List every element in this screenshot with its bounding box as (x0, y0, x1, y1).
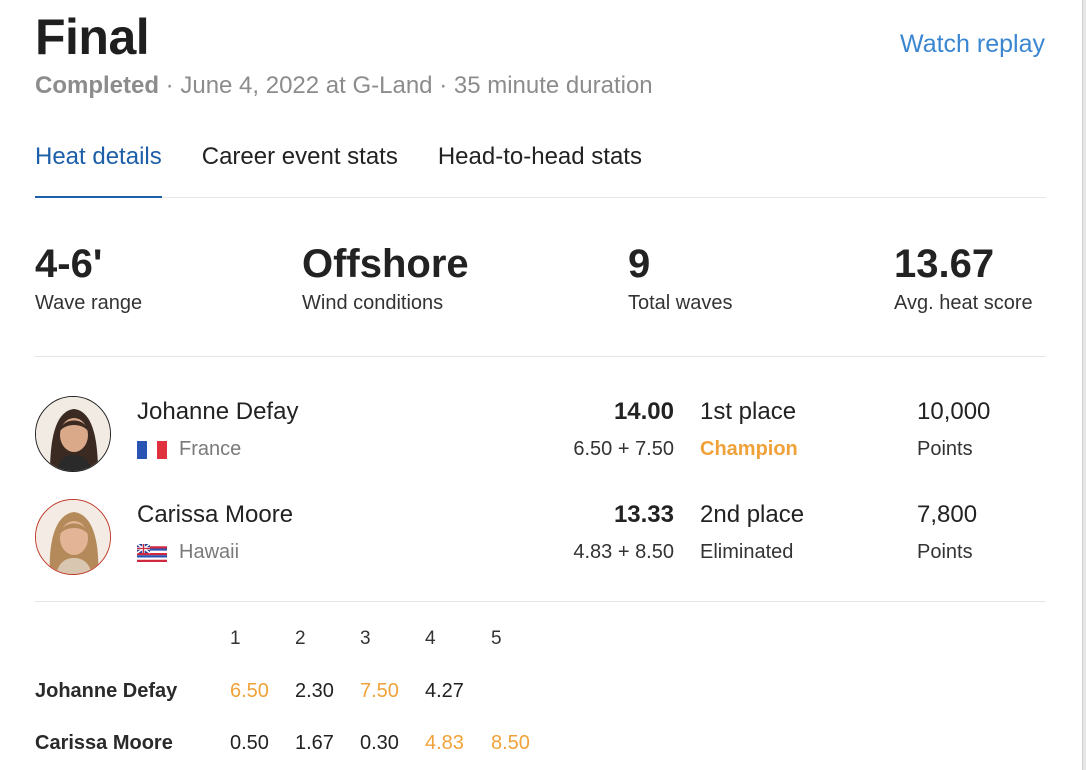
heat-meta: Completed · June 4, 2022 at G-Land · 35 … (35, 72, 653, 100)
stat-label: Wind conditions (302, 292, 444, 314)
stat-value: 13.67 (894, 242, 995, 286)
wave-score: 2.30 (295, 680, 334, 702)
stat-total-waves: 9 Total waves (628, 240, 733, 315)
wave-score: 0.50 (230, 732, 269, 754)
heat-details-text: · June 4, 2022 at G-Land · 35 minute dur… (159, 72, 653, 99)
wave-header: 1 (230, 628, 241, 649)
wave-row-name: Johanne Defay (35, 680, 178, 702)
tab-bar: Heat details Career event stats Head-to-… (35, 140, 1046, 198)
surfer-name: Carissa Moore (137, 501, 294, 528)
surfer-row[interactable]: Carissa Moore Hawaii 13.33 4.83 + 8.50 2… (35, 499, 1046, 579)
points-label: Points (917, 541, 973, 563)
heat-status: Completed (35, 72, 160, 99)
surfer-country: France (137, 438, 241, 461)
hawaii-flag-icon (136, 542, 167, 562)
avatar (35, 499, 111, 575)
place: 2nd place (700, 501, 805, 528)
stat-wave-range: 4-6' Wave range (35, 240, 142, 315)
wave-score: 8.50 (491, 732, 530, 754)
heat-stats: 4-6' Wave range Offshore Wind conditions… (35, 240, 1046, 357)
watch-replay-link[interactable]: Watch replay (900, 30, 1045, 59)
points-value: 7,800 (917, 501, 978, 528)
place: 1st place (700, 398, 797, 425)
stat-wind-conditions: Offshore Wind conditions (302, 240, 469, 315)
score-breakdown: 6.50 + 7.50 (573, 438, 674, 460)
score-breakdown: 4.83 + 8.50 (573, 541, 674, 563)
wave-header: 5 (491, 628, 502, 649)
tab-career-event-stats[interactable]: Career event stats (202, 140, 398, 198)
stat-value: 4-6' (35, 242, 103, 286)
wave-score: 4.83 (425, 732, 464, 754)
stat-avg-heat-score: 13.67 Avg. heat score (894, 240, 1033, 315)
wave-score: 1.67 (295, 732, 334, 754)
wave-header: 4 (425, 628, 436, 649)
stat-value: Offshore (302, 242, 469, 286)
points-value: 10,000 (917, 398, 991, 425)
tab-heat-details[interactable]: Heat details (35, 140, 162, 198)
heat-total-score: 14.00 (613, 398, 674, 425)
tab-head-to-head-stats[interactable]: Head-to-head stats (438, 140, 642, 198)
wave-header: 3 (360, 628, 371, 649)
country-name: Hawaii (179, 541, 240, 563)
wave-score: 7.50 (360, 680, 399, 702)
stat-label: Avg. heat score (894, 292, 1033, 314)
wave-score: 6.50 (230, 680, 269, 702)
stat-value: 9 (628, 242, 651, 286)
surfer-results: Johanne Defay France 14.00 6.50 + 7.50 1… (35, 358, 1046, 602)
avatar (35, 396, 111, 472)
france-flag-icon (137, 440, 167, 459)
wave-header: 2 (295, 628, 306, 649)
heat-total-score: 13.33 (613, 501, 674, 528)
window-edge (1082, 0, 1086, 770)
wave-score: 4.27 (425, 680, 464, 702)
points-label: Points (917, 438, 973, 460)
country-name: France (179, 438, 242, 460)
surfer-country: Hawaii (136, 541, 240, 564)
wave-score: 0.30 (360, 732, 399, 754)
result-badge: Champion (700, 438, 798, 460)
stat-label: Wave range (35, 292, 143, 314)
surfer-row[interactable]: Johanne Defay France 14.00 6.50 + 7.50 1… (35, 396, 1046, 476)
page-title: Final (35, 9, 150, 65)
stat-label: Total waves (628, 292, 733, 314)
wave-row-name: Carissa Moore (35, 732, 173, 754)
result-badge: Eliminated (700, 541, 794, 563)
surfer-name: Johanne Defay (137, 398, 299, 425)
